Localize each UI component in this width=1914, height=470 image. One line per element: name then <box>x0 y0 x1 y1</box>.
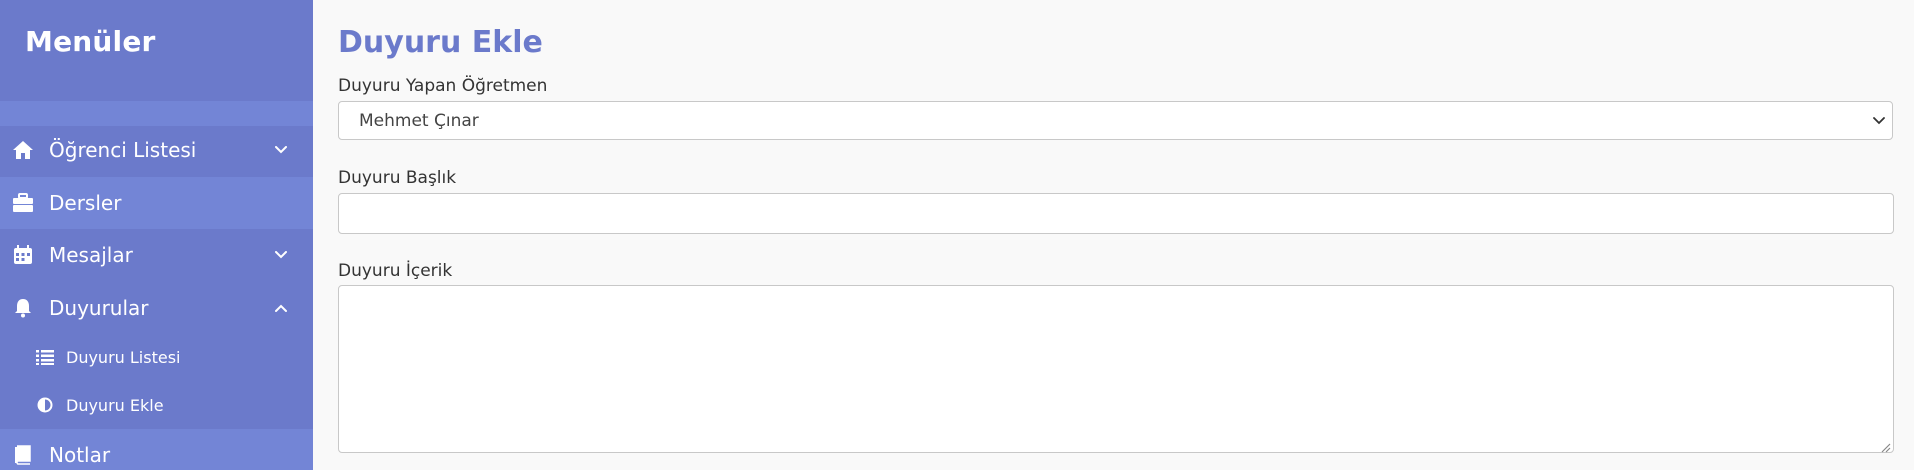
sidebar-title: Menüler <box>25 25 156 58</box>
sidebar: Menüler Öğrenci Listesi Dersler Mesajlar <box>0 0 313 470</box>
sidebar-item-mesajlar[interactable]: Mesajlar <box>0 229 313 281</box>
sidebar-item-label: Mesajlar <box>49 243 133 267</box>
sidebar-item-dersler[interactable]: Dersler <box>0 177 313 229</box>
sidebar-item-label: Duyurular <box>49 296 149 320</box>
sidebar-item-label: Notlar <box>49 443 111 467</box>
teacher-select[interactable]: Mehmet Çınar <box>338 101 1893 140</box>
sidebar-subitem-duyuru-ekle[interactable]: Duyuru Ekle <box>0 383 313 427</box>
chevron-down-icon <box>1872 114 1886 128</box>
sidebar-item-duyurular[interactable]: Duyurular <box>0 282 313 334</box>
content-textarea[interactable] <box>338 285 1894 453</box>
half-circle-icon <box>36 396 54 414</box>
sidebar-subitem-duyuru-listesi[interactable]: Duyuru Listesi <box>0 335 313 379</box>
content-label: Duyuru İçerik <box>338 261 453 281</box>
list-icon <box>36 348 54 366</box>
home-icon <box>12 139 34 161</box>
sidebar-subitem-label: Duyuru Listesi <box>66 347 181 367</box>
teacher-label: Duyuru Yapan Öğretmen <box>338 76 548 96</box>
calendar-icon <box>12 244 34 266</box>
sidebar-item-label: Öğrenci Listesi <box>49 138 197 162</box>
chevron-down-icon <box>274 143 288 157</box>
bell-icon <box>12 297 34 319</box>
page-title: Duyuru Ekle <box>338 25 543 60</box>
app-root: Menüler Öğrenci Listesi Dersler Mesajlar <box>0 0 1914 470</box>
resize-handle-icon[interactable] <box>1879 438 1891 453</box>
sidebar-item-ogrenci-listesi[interactable]: Öğrenci Listesi <box>0 124 313 176</box>
chevron-up-icon <box>274 301 288 315</box>
sidebar-item-label: Dersler <box>49 191 122 215</box>
book-icon <box>12 444 34 466</box>
teacher-select-value: Mehmet Çınar <box>359 110 479 131</box>
chevron-down-icon <box>274 248 288 262</box>
briefcase-icon <box>12 192 34 214</box>
title-input[interactable] <box>338 193 1894 234</box>
sidebar-subitem-label: Duyuru Ekle <box>66 395 164 415</box>
sidebar-divider <box>0 101 313 126</box>
title-label: Duyuru Başlık <box>338 168 457 188</box>
sidebar-item-notlar[interactable]: Notlar <box>0 429 313 470</box>
main-content: Duyuru Ekle Duyuru Yapan Öğretmen Mehmet… <box>313 0 1914 470</box>
